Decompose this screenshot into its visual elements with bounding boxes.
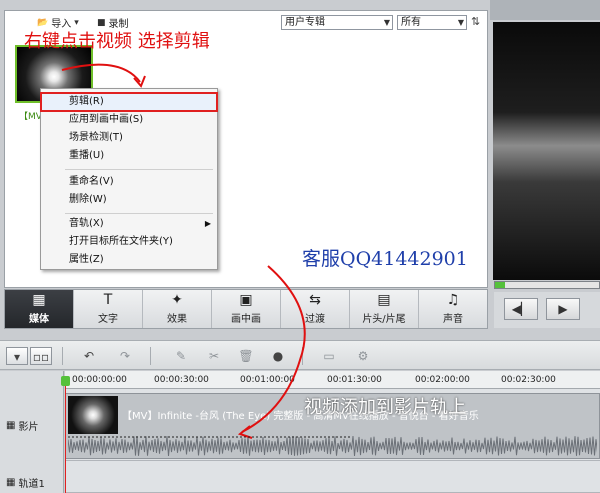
tab-text-label: 文字 bbox=[98, 314, 118, 325]
ruler-label: 00:00:00:00 bbox=[72, 375, 127, 385]
text-icon: T bbox=[103, 292, 113, 308]
tab-transitions-label: 过渡 bbox=[305, 314, 325, 325]
video-track-header[interactable]: ▦ 影片 bbox=[6, 418, 38, 433]
menu-item-properties[interactable]: 属性(Z) bbox=[41, 251, 217, 269]
clapperboard-icon: ▤ bbox=[377, 292, 391, 308]
tab-effects[interactable]: ✦ 效果 bbox=[143, 290, 212, 328]
category-select-value: 用户专辑 bbox=[285, 17, 325, 28]
undo-icon[interactable]: ↶ bbox=[78, 347, 100, 365]
chevron-down-icon: ▼ bbox=[457, 18, 464, 27]
timeline-toolbar: ▾ ▫▫ ↶ ↷ ✎ ✂ 🗑 ● ▭ ⚙ bbox=[0, 340, 600, 370]
edit-clip-icon[interactable]: ✎ bbox=[170, 347, 192, 365]
media-thumbnail-label: 【MV bbox=[19, 112, 42, 122]
transition-icon: ⇆ bbox=[309, 292, 321, 308]
playback-controls: ◀▏ ▶ bbox=[494, 292, 600, 328]
overlay-track-header[interactable]: ▦ 轨道1 bbox=[6, 475, 45, 490]
magic-wand-icon: ✦ bbox=[171, 292, 183, 308]
filter-select-value: 所有 bbox=[401, 17, 421, 28]
submenu-arrow-icon: ▶ bbox=[204, 219, 211, 228]
picture-in-picture-icon: ▣ bbox=[239, 292, 253, 308]
tab-media-label: 媒体 bbox=[29, 314, 49, 325]
play-button[interactable]: ▶ bbox=[546, 298, 580, 320]
previous-frame-button[interactable]: ◀▏ bbox=[504, 298, 538, 320]
trash-icon[interactable]: 🗑 bbox=[235, 347, 257, 365]
menu-item-edit[interactable]: 剪辑(R) bbox=[40, 92, 218, 112]
playhead-line[interactable] bbox=[65, 377, 66, 493]
audio-waveform bbox=[68, 436, 597, 456]
toolbar-separator bbox=[150, 347, 151, 365]
track-header-column: ▦ 影片 ▦ 轨道1 bbox=[0, 371, 64, 493]
dropdown-arrow-icon: ▾ bbox=[74, 17, 79, 28]
tab-titles-label: 片头/片尾 bbox=[362, 314, 406, 325]
toolbar-separator bbox=[302, 347, 303, 365]
preview-screen bbox=[493, 22, 600, 280]
fit-to-window-icon[interactable]: ▭ bbox=[318, 347, 340, 365]
clip-thumbnail bbox=[68, 396, 118, 434]
film-strip-icon: ▦ bbox=[6, 420, 16, 431]
tab-titles[interactable]: ▤ 片头/片尾 bbox=[350, 290, 419, 328]
tab-effects-label: 效果 bbox=[167, 314, 187, 325]
film-strip-icon: ▦ bbox=[6, 477, 16, 488]
camera-icon: ■ bbox=[97, 17, 106, 28]
menu-item-rename[interactable]: 重命名(V) bbox=[41, 173, 217, 191]
menu-item-audio-track-label: 音轨(X) bbox=[69, 218, 104, 229]
timeline-view-button[interactable]: ▾ bbox=[6, 347, 28, 365]
folder-icon: 📂 bbox=[37, 17, 49, 28]
filter-select[interactable]: 所有 ▼ bbox=[397, 15, 467, 30]
menu-separator bbox=[65, 213, 213, 214]
instruction-annotation: 右键点击视频 选择剪辑 bbox=[24, 31, 210, 52]
ruler-label: 00:01:30:00 bbox=[327, 375, 382, 385]
microphone-icon[interactable]: ● bbox=[267, 347, 289, 365]
preview-header bbox=[490, 0, 600, 20]
watermark-annotation: 客服QQ41442901 bbox=[302, 248, 468, 270]
tab-sound-label: 声音 bbox=[443, 314, 463, 325]
tab-text[interactable]: T 文字 bbox=[74, 290, 143, 328]
media-tabs: ▦ 媒体 T 文字 ✦ 效果 ▣ 画中画 ⇆ 过渡 ▤ 片头/片尾 ♫ 声音 bbox=[4, 289, 488, 329]
chevron-down-icon: ▼ bbox=[383, 18, 390, 27]
tab-pip-label: 画中画 bbox=[231, 314, 261, 325]
ruler-label: 00:02:30:00 bbox=[501, 375, 556, 385]
menu-item-apply-pip[interactable]: 应用到画中画(S) bbox=[41, 111, 217, 129]
ruler-label: 00:00:30:00 bbox=[154, 375, 209, 385]
menu-item-open-folder[interactable]: 打开目标所在文件夹(Y) bbox=[41, 233, 217, 251]
film-icon: ▦ bbox=[32, 292, 46, 308]
redo-icon[interactable]: ↷ bbox=[114, 347, 136, 365]
track1-label: 轨道1 bbox=[18, 479, 45, 490]
headphones-icon: ♫ bbox=[446, 292, 460, 308]
menu-item-audio-track[interactable]: 音轨(X) ▶ bbox=[41, 215, 217, 233]
scissors-icon[interactable]: ✂ bbox=[203, 347, 225, 365]
time-ruler[interactable]: 00:00:00:00 00:00:30:00 00:01:00:00 00:0… bbox=[65, 371, 600, 389]
menu-item-replay[interactable]: 重播(U) bbox=[41, 147, 217, 165]
preview-scrubber[interactable] bbox=[494, 281, 600, 289]
tab-transitions[interactable]: ⇆ 过渡 bbox=[281, 290, 350, 328]
video-track-label: 影片 bbox=[18, 422, 39, 433]
menu-separator bbox=[65, 169, 213, 170]
category-select[interactable]: 用户专辑 ▼ bbox=[281, 15, 393, 30]
ruler-label: 00:01:00:00 bbox=[240, 375, 295, 385]
scrubber-handle[interactable] bbox=[495, 282, 505, 288]
menu-item-delete[interactable]: 删除(W) bbox=[41, 191, 217, 209]
playhead-handle[interactable] bbox=[61, 376, 70, 386]
toolbar-separator bbox=[62, 347, 63, 365]
context-menu: 剪辑(R) 应用到画中画(S) 场景检测(T) 重播(U) 重命名(V) 删除(… bbox=[40, 88, 218, 270]
storyboard-view-button[interactable]: ▫▫ bbox=[30, 347, 52, 365]
tab-sound[interactable]: ♫ 声音 bbox=[419, 290, 487, 328]
overlay-track-row[interactable] bbox=[65, 461, 600, 493]
menu-item-scene-detect[interactable]: 场景检测(T) bbox=[41, 129, 217, 147]
timeline-annotation: 视频添加到影片轨上 bbox=[304, 397, 466, 418]
tab-media[interactable]: ▦ 媒体 bbox=[5, 290, 74, 328]
tab-pip[interactable]: ▣ 画中画 bbox=[212, 290, 281, 328]
sort-icon[interactable]: ⇅ bbox=[471, 15, 480, 28]
track-manager-icon[interactable]: ⚙ bbox=[352, 347, 374, 365]
ruler-label: 00:02:00:00 bbox=[415, 375, 470, 385]
